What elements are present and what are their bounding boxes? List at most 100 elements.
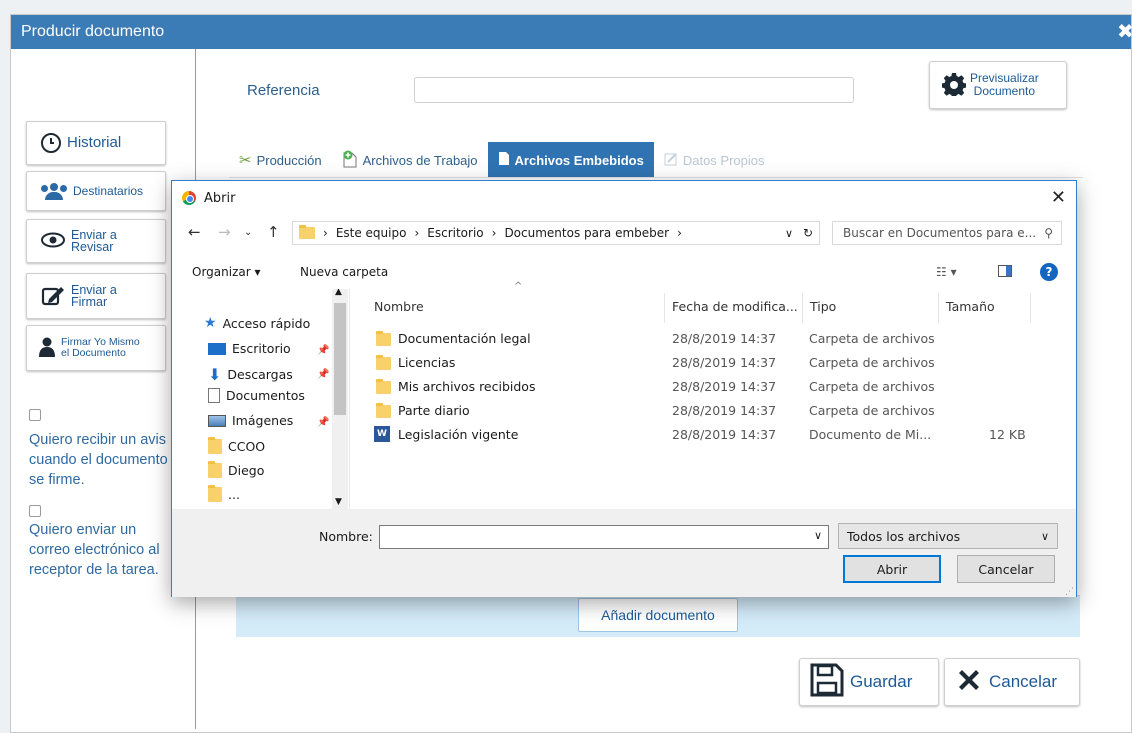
referencia-input[interactable] bbox=[414, 77, 854, 103]
column-separator[interactable] bbox=[664, 293, 665, 323]
previsualizar-button[interactable]: Previsualizar Documento bbox=[929, 61, 1067, 109]
scroll-down-icon[interactable]: ▼ bbox=[335, 497, 342, 507]
file-row[interactable]: Documentación legal 28/8/2019 14:37 Carp… bbox=[352, 328, 1076, 350]
nav-acceso-rapido[interactable]: ★ Acceso rápido bbox=[204, 315, 310, 331]
dialog-title: Abrir bbox=[204, 190, 236, 206]
search-input[interactable]: Buscar en Documentos para e... ⚲ bbox=[832, 221, 1062, 245]
breadcrumb-sep-icon: › bbox=[414, 226, 420, 240]
file-type-value: Todos los archivos bbox=[847, 528, 961, 544]
tab-datos-propios[interactable]: Datos Propios bbox=[654, 142, 775, 178]
nav-imagenes[interactable]: Imágenes bbox=[208, 413, 293, 428]
add-file-icon bbox=[342, 150, 358, 171]
file-name: Documentación legal bbox=[398, 331, 531, 346]
search-placeholder: Buscar en Documentos para e... bbox=[843, 226, 1037, 240]
firmar-yo-mismo-button[interactable]: Firmar Yo Mismo el Documento bbox=[26, 325, 166, 371]
nav-scrollbar[interactable]: ▲ ▼ bbox=[332, 289, 348, 509]
back-arrow-icon[interactable]: ← bbox=[188, 223, 201, 241]
aviso-line3: se firme. bbox=[29, 472, 85, 488]
tab-archivos-trabajo[interactable]: Archivos de Trabajo bbox=[332, 142, 488, 178]
folder-icon bbox=[376, 379, 391, 394]
nav-escritorio[interactable]: Escritorio bbox=[208, 341, 291, 356]
enviar-revisar-line2: Revisar bbox=[71, 240, 114, 254]
nav-scroll-thumb[interactable] bbox=[334, 303, 346, 415]
correo-checkbox[interactable] bbox=[29, 505, 41, 517]
nav-acceso-rapido-label: Acceso rápido bbox=[222, 315, 311, 331]
nav-ccoo-label: CCOO bbox=[228, 439, 266, 454]
previsualizar-line2: Documento bbox=[973, 84, 1036, 98]
file-row[interactable]: Parte diario 28/8/2019 14:37 Carpeta de … bbox=[352, 400, 1076, 422]
referencia-label: Referencia bbox=[247, 82, 320, 99]
resize-grip-icon[interactable]: ⋰ bbox=[1065, 587, 1074, 597]
column-tipo[interactable]: Tipo bbox=[810, 299, 836, 314]
destinatarios-button[interactable]: Destinatarios bbox=[26, 171, 166, 211]
tab-produccion[interactable]: ✂ Producción bbox=[229, 142, 332, 178]
breadcrumb-escritorio[interactable]: Escritorio bbox=[427, 226, 483, 240]
file-list: ^ Nombre Fecha de modifica... Tipo Tamañ… bbox=[352, 281, 1076, 509]
nav-diego[interactable]: Diego bbox=[208, 461, 264, 478]
file-date: 28/8/2019 14:37 bbox=[672, 403, 777, 418]
nav-ccoo[interactable]: CCOO bbox=[208, 437, 266, 454]
folder-icon bbox=[208, 461, 222, 478]
tab-archivos-embebidos[interactable]: Archivos Embebidos bbox=[487, 142, 654, 178]
file-size: 12 KB bbox=[989, 427, 1026, 442]
file-name: Mis archivos recibidos bbox=[398, 379, 536, 394]
breadcrumb-sep-icon: › bbox=[491, 226, 497, 240]
add-document-button[interactable]: Añadir documento bbox=[578, 598, 738, 632]
column-separator[interactable] bbox=[802, 293, 803, 323]
enviar-revisar-button[interactable]: Enviar a Revisar bbox=[26, 219, 166, 263]
column-separator[interactable] bbox=[938, 293, 939, 323]
navigation-pane: ★ Acceso rápido Escritorio 📌 ⬇ Descargas… bbox=[172, 289, 350, 509]
correo-line2: correo electrónico al bbox=[29, 542, 160, 558]
up-arrow-icon[interactable]: ↑ bbox=[267, 223, 280, 241]
people-icon bbox=[41, 183, 67, 200]
organizar-menu[interactable]: Organizar ▾ bbox=[192, 265, 261, 279]
breadcrumb-este-equipo[interactable]: Este equipo bbox=[336, 226, 407, 240]
aviso-line1: Quiero recibir un avis bbox=[29, 432, 166, 448]
nav-descargas[interactable]: ⬇ Descargas bbox=[208, 365, 293, 384]
help-icon[interactable]: ? bbox=[1040, 263, 1058, 281]
column-separator[interactable] bbox=[1030, 293, 1031, 323]
file-date: 28/8/2019 14:37 bbox=[672, 355, 777, 370]
column-fecha[interactable]: Fecha de modifica... bbox=[672, 299, 798, 314]
enviar-firmar-button[interactable]: Enviar a Firmar bbox=[26, 273, 166, 319]
document-icon bbox=[498, 151, 510, 169]
firmar-yo-mismo-line2: el Documento bbox=[61, 347, 126, 359]
pictures-icon bbox=[208, 414, 226, 427]
chevron-down-icon[interactable]: ∨ bbox=[814, 529, 822, 542]
enviar-firmar-line2: Firmar bbox=[71, 295, 108, 309]
view-options-icon[interactable]: ☷ ▾ bbox=[936, 265, 957, 279]
folder-icon bbox=[376, 355, 391, 370]
preview-pane-icon[interactable] bbox=[998, 265, 1012, 277]
aviso-line2: cuando el documento bbox=[29, 452, 168, 468]
nav-imagenes-label: Imágenes bbox=[232, 413, 294, 428]
refresh-icon[interactable]: ↻ bbox=[803, 226, 813, 240]
enviar-revisar-label: Enviar a Revisar bbox=[71, 229, 117, 254]
nav-documentos[interactable]: Documentos bbox=[208, 388, 305, 403]
abrir-button[interactable]: Abrir bbox=[843, 555, 941, 583]
address-dropdown-icon[interactable]: ∨ bbox=[785, 227, 793, 240]
file-name-input[interactable]: ∨ bbox=[379, 525, 829, 549]
guardar-label: Guardar bbox=[850, 672, 913, 691]
close-icon[interactable]: ✖ bbox=[1117, 15, 1132, 49]
file-row[interactable]: Mis archivos recibidos 28/8/2019 14:37 C… bbox=[352, 376, 1076, 398]
breadcrumb-documentos-para-embeber[interactable]: Documentos para embeber bbox=[504, 226, 669, 240]
file-type-select[interactable]: Todos los archivos ∨ bbox=[838, 523, 1058, 549]
edit-icon bbox=[41, 284, 65, 309]
guardar-button[interactable]: Guardar bbox=[799, 658, 939, 706]
tab-archivos-embebidos-label: Archivos Embebidos bbox=[514, 152, 644, 168]
forward-arrow-icon[interactable]: → bbox=[218, 223, 231, 241]
column-tamano[interactable]: Tamaño bbox=[946, 299, 995, 314]
aviso-checkbox[interactable] bbox=[29, 409, 41, 421]
historial-button[interactable]: Historial bbox=[26, 121, 166, 165]
cancelar-button[interactable]: Cancelar bbox=[944, 658, 1080, 706]
column-nombre[interactable]: Nombre bbox=[374, 299, 424, 314]
scroll-up-icon[interactable]: ▲ bbox=[335, 289, 342, 297]
dialog-cancelar-button[interactable]: Cancelar bbox=[957, 555, 1055, 583]
recent-chevron-icon[interactable]: ⌄ bbox=[244, 227, 252, 238]
dialog-close-icon[interactable]: ✕ bbox=[1051, 187, 1066, 208]
nav-more[interactable]: ... bbox=[208, 485, 240, 502]
file-row[interactable]: Licencias 28/8/2019 14:37 Carpeta de arc… bbox=[352, 352, 1076, 374]
file-row[interactable]: W Legislación vigente 28/8/2019 14:37 Do… bbox=[352, 424, 1076, 446]
nueva-carpeta-button[interactable]: Nueva carpeta bbox=[300, 265, 388, 279]
address-bar[interactable]: › Este equipo › Escritorio › Documentos … bbox=[292, 221, 820, 245]
